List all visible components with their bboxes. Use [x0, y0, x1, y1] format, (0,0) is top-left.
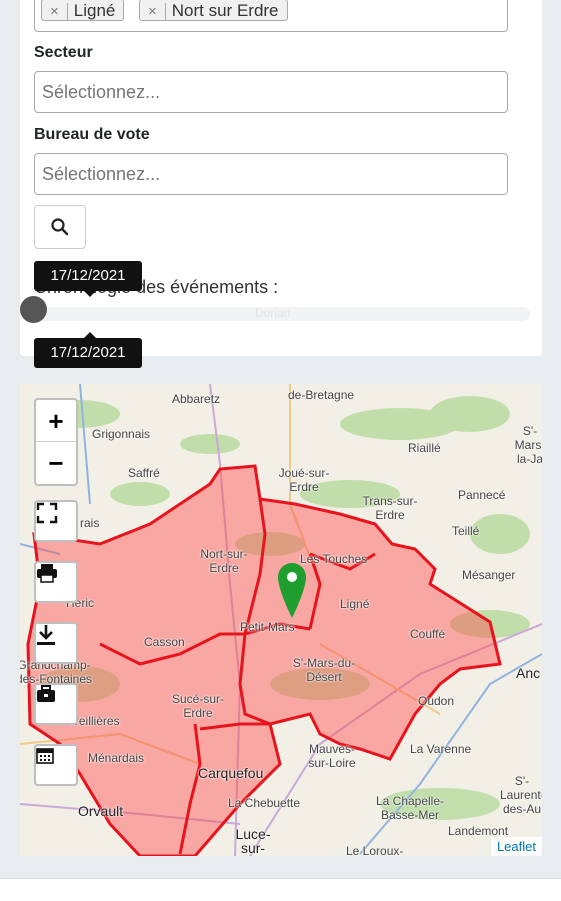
fullscreen-button[interactable]: [34, 500, 78, 542]
slider-tooltip-top: 17/12/2021: [34, 261, 142, 297]
print-button[interactable]: [34, 561, 78, 603]
map-place-label: Ménardais: [88, 751, 145, 765]
search-button[interactable]: [34, 205, 86, 249]
download-button[interactable]: [34, 622, 78, 664]
zoom-out-button[interactable]: −: [36, 442, 76, 484]
slider-handle[interactable]: [20, 296, 47, 323]
tag-nort-sur-erdre[interactable]: × Nort sur Erdre: [139, 0, 288, 21]
map-place-label: S'-Laurent-des-Au: [500, 774, 542, 816]
map-place-label: Joué-sur-Erdre: [278, 466, 330, 494]
map-place-label: Trans-sur-Erdre: [362, 494, 418, 522]
map-place-label: Couffé: [410, 627, 446, 641]
map-place-label: Abbaretz: [172, 392, 221, 406]
slider-faint-text: Dorian: [255, 306, 291, 320]
map-marker-icon[interactable]: [276, 560, 308, 620]
map-place-label: Carquefou: [198, 765, 264, 781]
search-icon: [51, 218, 69, 236]
leaflet-attribution-link[interactable]: Leaflet: [490, 837, 542, 856]
tag-label: Ligné: [73, 1, 116, 20]
secteur-label: Secteur: [34, 44, 93, 61]
map-place-label: Riaillé: [408, 441, 441, 455]
map-place-label: Luce-sur-Loire: [235, 826, 271, 856]
briefcase-button[interactable]: [34, 683, 78, 725]
map-place-label: Pannecé: [458, 488, 506, 502]
map-place-label: S'-Mars-du-Désert: [292, 656, 356, 684]
fullscreen-icon: [36, 502, 58, 524]
bureau-label: Bureau de vote: [34, 126, 150, 143]
map-place-label: Orvault: [78, 803, 124, 819]
map-place-label: Grigonnais: [92, 427, 151, 441]
map-place-label: Oudon: [418, 694, 455, 708]
calendar-button[interactable]: [34, 744, 78, 786]
map-place-label: Teillé: [452, 524, 480, 538]
print-icon: [37, 564, 57, 583]
briefcase-icon: [37, 685, 55, 702]
map-place-label: S'-Mars-la-Ja: [514, 424, 542, 466]
bureau-select[interactable]: Sélectionnez...: [34, 153, 508, 195]
tag-label: Nort sur Erdre: [171, 1, 279, 20]
slider-tooltip-bottom: 17/12/2021: [34, 332, 142, 368]
map-place-label: Saffré: [128, 466, 160, 480]
remove-tag-icon[interactable]: ×: [144, 3, 166, 20]
zoom-control: + −: [34, 398, 78, 486]
map-place-label: rais: [80, 516, 100, 530]
map-view[interactable]: Abbaretz de-Bretagne Grigonnais Riaillé …: [20, 384, 542, 856]
secteur-select[interactable]: Sélectionnez...: [34, 71, 508, 113]
tag-ligne[interactable]: × Ligné: [41, 0, 125, 21]
zoom-in-button[interactable]: +: [36, 400, 76, 442]
map-place-label: Mauves-sur-Loire: [308, 742, 356, 770]
map-place-label: Ligné: [340, 597, 370, 611]
map-place-label: La Chebuette: [228, 796, 301, 810]
map-place-label: Sucé-sur-Erdre: [171, 692, 224, 720]
map-place-label: La Varenne: [410, 742, 472, 756]
remove-tag-icon[interactable]: ×: [46, 3, 68, 20]
map-place-label: Nort-sur-Erdre: [200, 547, 248, 575]
commune-multiselect[interactable]: × Ligné × Nort sur Erdre: [34, 0, 508, 32]
map-place-label: Le Loroux-: [346, 844, 404, 856]
download-icon: [37, 625, 55, 645]
map-place-label: de-Bretagne: [288, 388, 355, 402]
map-place-label: La Chapelle-Basse-Mer: [375, 794, 445, 822]
map-place-label: Les Touches: [300, 552, 368, 566]
map-place-label: Mésanger: [462, 568, 516, 582]
map-place-label: Casson: [144, 635, 185, 649]
map-place-label: Landemont: [448, 824, 509, 838]
map-place-label: Petit-Mars: [240, 620, 295, 634]
map-place-label: Anc: [516, 665, 541, 681]
page-footer: [0, 878, 561, 901]
calendar-icon: [36, 748, 54, 764]
